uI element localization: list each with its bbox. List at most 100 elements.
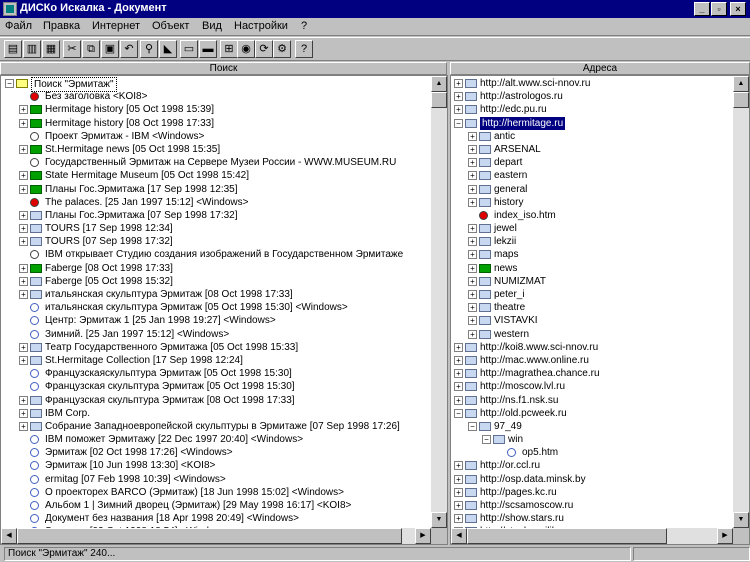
tree-item[interactable]: + news (451, 262, 733, 275)
scroll-thumb[interactable] (431, 92, 447, 108)
expand-icon[interactable]: + (19, 210, 28, 220)
menu-edit[interactable]: Правка (43, 20, 80, 32)
expand-icon[interactable]: + (19, 290, 28, 299)
tree-item[interactable]: + http://show.stars.ru (451, 512, 733, 525)
tree-item[interactable]: + итальянская скульптура Эрмитаж [08 Oct … (1, 288, 431, 301)
expand-icon[interactable]: + (454, 501, 463, 510)
tree-item[interactable]: + eastern (451, 169, 733, 182)
menu-settings[interactable]: Настройки (234, 20, 288, 32)
expand-icon[interactable]: + (454, 487, 463, 497)
expand-icon[interactable]: + (19, 184, 28, 194)
tree-item[interactable]: + http://mac.www.online.ru (451, 354, 733, 367)
hscroll-thumb[interactable] (467, 528, 667, 544)
tree-item[interactable]: ermitag [07 Feb 1998 10:39] <Windows> (1, 473, 431, 486)
tree-item[interactable]: + VISTAVKI (451, 314, 733, 327)
scroll-left-icon[interactable]: ◀ (451, 528, 467, 544)
tree-item[interactable]: + lekzii (451, 235, 733, 248)
tree-item[interactable]: Эрмитаж [02 Oct 1998 17:26] <Windows> (1, 446, 431, 459)
expand-icon[interactable]: + (19, 355, 28, 365)
search-icon[interactable]: ⚲ (140, 40, 158, 58)
tree-item[interactable]: + maps (451, 248, 733, 261)
expand-icon[interactable]: + (19, 342, 28, 352)
expand-icon[interactable]: + (19, 224, 28, 234)
tree-item[interactable]: − http://hermitage.ru (451, 116, 733, 130)
tree-item[interactable]: + Планы Гос.Эрмитажа [17 Sep 1998 12:35] (1, 183, 431, 196)
settings-icon[interactable]: ⚙ (273, 40, 291, 58)
tree-item[interactable]: + State Hermitage Museum [05 Oct 1998 15:… (1, 169, 431, 182)
tree-item[interactable]: + http://or.ccl.ru (451, 459, 733, 472)
tree-item[interactable]: Государственный Эрмитаж на Сервере Музеи… (1, 156, 431, 169)
expand-icon[interactable]: + (454, 382, 463, 392)
expand-icon[interactable]: + (468, 303, 477, 313)
minimize-button[interactable]: _ (694, 2, 710, 16)
tree-item[interactable]: + ARSENAL (451, 143, 733, 156)
menu-internet[interactable]: Интернет (92, 20, 140, 32)
tree-item[interactable]: Документ без названия [18 Apr 1998 20:49… (1, 512, 431, 525)
scroll-up-icon[interactable]: ▲ (733, 76, 749, 92)
menu-object[interactable]: Объект (152, 20, 189, 32)
expand-icon[interactable]: + (468, 250, 477, 260)
expand-icon[interactable]: + (468, 158, 477, 168)
tree-item[interactable]: + http://scsamoscow.ru (451, 499, 733, 512)
expand-icon[interactable]: + (468, 263, 477, 273)
scroll-right-icon[interactable]: ▶ (717, 528, 733, 544)
copy-icon[interactable]: ⧉ (82, 40, 100, 58)
print-icon[interactable]: ▭ (180, 40, 198, 58)
expand-icon[interactable]: + (19, 118, 28, 128)
tree-item[interactable]: + general (451, 183, 733, 196)
cut-icon[interactable]: ✂ (63, 40, 81, 58)
collapse-icon[interactable]: − (482, 435, 491, 445)
menu-view[interactable]: Вид (202, 20, 222, 32)
collapse-icon[interactable]: − (454, 118, 463, 128)
right-vertical-scrollbar[interactable]: ▲ ▼ (733, 76, 749, 528)
collapse-icon[interactable]: − (454, 408, 463, 418)
tree-item[interactable]: + peter_i (451, 288, 733, 301)
tree-item[interactable]: − http://old.pcweek.ru (451, 407, 733, 420)
scroll-down-icon[interactable]: ▼ (431, 512, 447, 528)
tree-item[interactable]: Французская скульптура Эрмитаж [05 Oct 1… (1, 380, 431, 393)
help-icon[interactable]: ? (295, 40, 313, 58)
tree-item[interactable]: Эрмитаж [10 Jun 1998 13:30] <KOI8> (1, 459, 431, 472)
menu-help[interactable]: ? (301, 20, 307, 32)
expand-icon[interactable]: + (454, 474, 463, 484)
tree-item[interactable]: + http://edc.pu.ru (451, 103, 733, 116)
tree-item[interactable]: + St.Hermitage news [05 Oct 1998 15:35] (1, 143, 431, 156)
tree-item[interactable]: + western (451, 328, 733, 341)
tree-item[interactable]: итальянская скульптура Эрмитаж [05 Oct 1… (1, 301, 431, 314)
expand-icon[interactable]: + (454, 342, 463, 352)
tree-item[interactable]: − win (451, 433, 733, 446)
expand-icon[interactable]: + (19, 171, 28, 181)
scroll-down-icon[interactable]: ▼ (733, 512, 749, 528)
expand-icon[interactable]: + (19, 408, 28, 418)
expand-icon[interactable]: + (19, 276, 28, 286)
tree-item[interactable]: + theatre (451, 301, 733, 314)
expand-icon[interactable]: + (468, 237, 477, 247)
expand-icon[interactable]: + (19, 237, 28, 247)
right-horizontal-scrollbar[interactable]: ◀ ▶ (451, 528, 733, 544)
tree-item[interactable]: + Французская скульптура Эрмитаж [08 Oct … (1, 394, 431, 407)
expand-icon[interactable]: + (454, 79, 463, 88)
collapse-icon[interactable]: − (5, 79, 14, 88)
tree-item[interactable]: + depart (451, 156, 733, 169)
tree-item[interactable]: + Hermitage history [05 Oct 1998 15:39] (1, 103, 431, 116)
globe-icon[interactable]: ◉ (237, 40, 255, 58)
open-icon[interactable]: ▥ (23, 40, 41, 58)
tree-item[interactable]: + Faberge [05 Oct 1998 15:32] (1, 275, 431, 288)
refresh-icon[interactable]: ⟳ (255, 40, 273, 58)
expand-icon[interactable]: + (468, 131, 477, 141)
tree-item[interactable]: IBM поможет Эрмитажу [22 Dec 1997 20:40]… (1, 433, 431, 446)
expand-icon[interactable]: + (454, 461, 463, 471)
stop-icon[interactable]: ◣ (159, 40, 177, 58)
export-icon[interactable]: ⊞ (220, 40, 238, 58)
tree-item[interactable]: Альбом 1 | Зимний дворец (Эрмитаж) [29 M… (1, 499, 431, 512)
expand-icon[interactable]: + (19, 144, 28, 154)
tree-item[interactable]: Зимний. [25 Jan 1997 15:12] <Windows> (1, 328, 431, 341)
scroll-up-icon[interactable]: ▲ (431, 76, 447, 92)
menu-file[interactable]: Файл (5, 20, 32, 32)
expand-icon[interactable]: + (468, 290, 477, 299)
undo-icon[interactable]: ↶ (120, 40, 138, 58)
expand-icon[interactable]: + (454, 369, 463, 379)
tree-item[interactable]: op5.htm (451, 446, 733, 459)
expand-icon[interactable]: + (19, 105, 28, 115)
tree-item[interactable]: О проекторех BARCO (Эрмитаж) [18 Jun 199… (1, 486, 431, 499)
